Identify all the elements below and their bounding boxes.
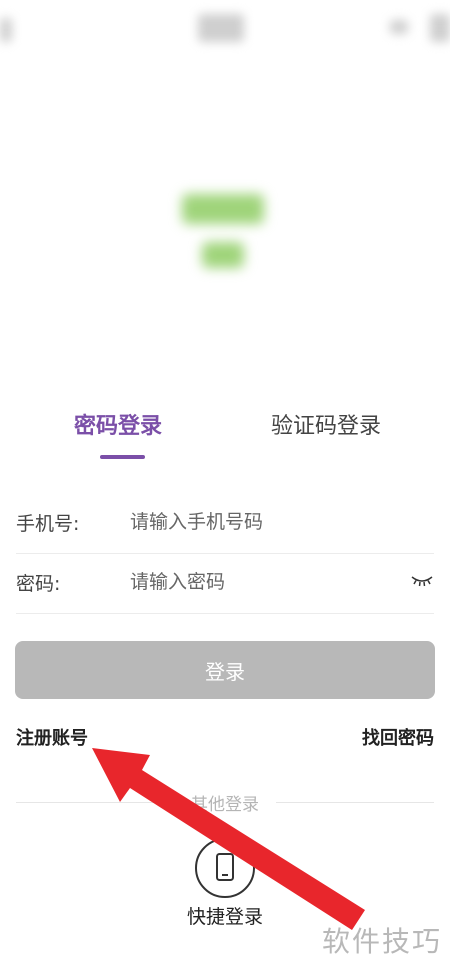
watermark: 软件技巧 [321,925,442,958]
annotation-arrow [92,748,365,930]
